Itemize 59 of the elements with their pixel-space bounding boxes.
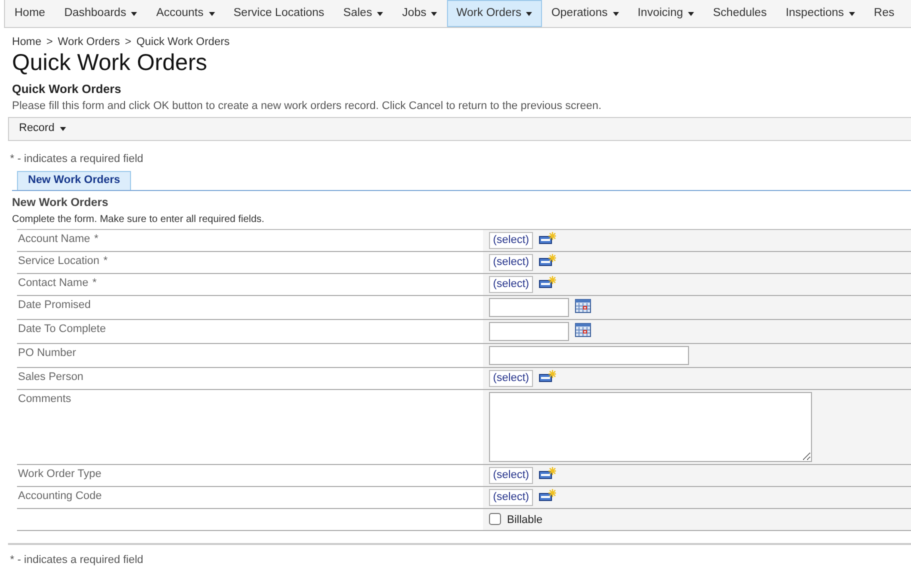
field-label: Work Order Type (18, 468, 102, 480)
field-label: Date Promised (18, 298, 91, 311)
form-title: Quick Work Orders (12, 82, 122, 97)
text-field[interactable] (489, 346, 689, 365)
menu-item[interactable]: Invoicing (628, 0, 704, 27)
menu-item[interactable]: Schedules (704, 0, 776, 27)
section-subtitle: Complete the form. Make sure to enter all required fields. (12, 214, 266, 226)
select-button[interactable]: (select) (489, 370, 534, 387)
select-button[interactable]: (select) (489, 466, 534, 484)
add-new-icon[interactable] (539, 466, 556, 480)
date-field[interactable] (489, 298, 569, 317)
menu-item[interactable]: Inspections (776, 0, 864, 27)
required-field-note: * - indicates a required field (10, 152, 144, 166)
date-field[interactable] (489, 322, 569, 341)
breadcrumb-link[interactable]: Work Orders (58, 36, 120, 50)
menu-item[interactable]: Sales (334, 0, 393, 27)
section-title: New Work Orders (12, 197, 110, 211)
select-button[interactable]: (select) (489, 254, 534, 271)
field-label: Date To Complete (18, 322, 106, 335)
select-button[interactable]: (select) (489, 276, 534, 293)
breadcrumb-separator: > (124, 36, 132, 50)
menu-item[interactable]: Accounts (146, 0, 224, 27)
menu-item[interactable]: Dashboards (54, 0, 147, 27)
checkbox-label: Billable (507, 514, 542, 527)
breadcrumb-separator: > (46, 36, 53, 50)
field-label: Service Location (18, 254, 100, 267)
required-marker: * (94, 232, 98, 245)
menu-item[interactable]: Home (5, 0, 55, 27)
menu-item[interactable]: Operations (542, 0, 628, 27)
select-button[interactable]: (select) (489, 232, 534, 249)
breadcrumb-link[interactable]: Home (12, 36, 42, 50)
field-label: Sales Person (18, 370, 84, 383)
field-label: Comments (18, 392, 72, 405)
add-new-icon[interactable] (539, 276, 556, 289)
record-menu-button[interactable]: Record (19, 122, 66, 136)
menu-item[interactable]: Service Locations (224, 0, 334, 27)
instructions-text: Please fill this form and click OK button to create a new work orders record. Click Cancel to return to the previous screen. (12, 100, 602, 113)
calendar-icon[interactable] (575, 322, 591, 337)
required-field-note: * - indicates a required field (10, 554, 144, 568)
menu-item[interactable]: Work Orders (446, 0, 542, 27)
required-marker: * (103, 254, 108, 267)
field-label: Contact Name (18, 276, 88, 289)
checkbox[interactable] (489, 512, 501, 525)
tab[interactable]: New Work Orders (17, 170, 132, 190)
comments-field[interactable] (489, 392, 812, 462)
field-label: Account Name (18, 232, 90, 245)
menu-item[interactable]: Jobs (392, 0, 447, 27)
field-label: Accounting Code (18, 490, 102, 502)
breadcrumb-link[interactable]: Quick Work Orders (136, 36, 230, 50)
menu-item[interactable]: Res (864, 0, 904, 27)
add-new-icon[interactable] (539, 488, 556, 502)
add-new-icon[interactable] (539, 232, 556, 245)
page-title: Quick Work Orders (12, 49, 208, 76)
add-new-icon[interactable] (539, 370, 556, 383)
calendar-icon[interactable] (575, 298, 591, 313)
required-marker: * (92, 276, 97, 289)
add-new-icon[interactable] (539, 254, 556, 267)
select-button[interactable]: (select) (489, 488, 534, 506)
field-label: PO Number (18, 346, 76, 359)
